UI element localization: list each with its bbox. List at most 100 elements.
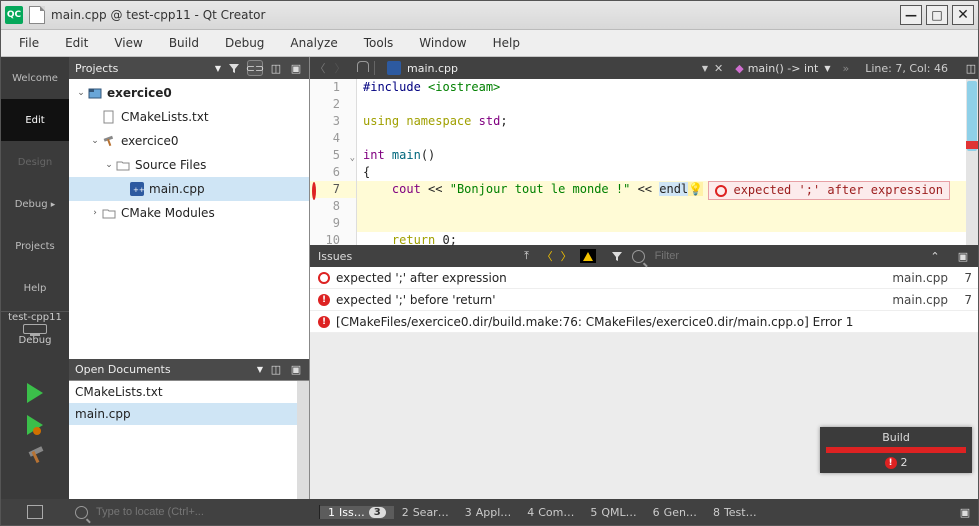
scrollbar[interactable] <box>297 381 309 499</box>
tree-item[interactable]: ⌄exercice0 <box>69 81 309 105</box>
issues-list[interactable]: expected ';' after expressionmain.cpp7!e… <box>310 267 978 333</box>
mode-projects[interactable]: Projects <box>1 225 69 267</box>
gutter-line[interactable]: 7 <box>310 181 356 198</box>
build-button[interactable] <box>26 447 44 465</box>
code-line[interactable] <box>357 215 966 232</box>
issue-row[interactable]: ![CMakeFiles/exercice0.dir/build.make:76… <box>310 311 978 333</box>
gutter-line[interactable]: ⌄5 <box>310 147 356 164</box>
menu-window[interactable]: Window <box>407 33 478 53</box>
code-line[interactable]: { <box>357 164 966 181</box>
tree-item[interactable]: ›CMake Modules <box>69 201 309 225</box>
debug-button[interactable] <box>27 415 43 435</box>
issue-line: 7 <box>948 293 972 307</box>
lock-icon[interactable] <box>356 61 370 75</box>
menu-build[interactable]: Build <box>157 33 211 53</box>
close-editor-button[interactable]: ✕ <box>708 62 729 75</box>
output-pane-5[interactable]: 5QML… <box>582 506 644 519</box>
twist-icon[interactable]: ⌄ <box>89 136 101 146</box>
gutter-line[interactable]: 10 <box>310 232 356 249</box>
code-line[interactable]: int main() <box>357 147 966 164</box>
output-pane-6[interactable]: 6Gen… <box>645 506 705 519</box>
output-pane-4[interactable]: 4Com… <box>519 506 582 519</box>
warning-icon[interactable] <box>580 249 596 263</box>
code-line[interactable] <box>357 130 966 147</box>
menu-debug[interactable]: Debug <box>213 33 276 53</box>
code-line[interactable]: #include <iostream> <box>357 79 966 96</box>
tree-item[interactable]: ⌄Source Files <box>69 153 309 177</box>
gutter-line[interactable]: 9 <box>310 215 356 232</box>
chevron-down-icon[interactable]: ▼ <box>215 64 221 73</box>
issues-filter-input[interactable] <box>653 249 767 263</box>
tree-item[interactable]: ++main.cpp <box>69 177 309 201</box>
issue-row[interactable]: !expected ';' before 'return'main.cpp7 <box>310 289 978 311</box>
open-doc-item[interactable]: main.cpp <box>69 403 309 425</box>
output-pane-3[interactable]: 3Appl… <box>457 506 520 519</box>
build-progress-popup[interactable]: Build ! 2 <box>820 427 972 473</box>
minimize-button[interactable]: — <box>900 5 922 25</box>
gutter-line[interactable]: 3 <box>310 113 356 130</box>
menu-file[interactable]: File <box>7 33 51 53</box>
split-editor-icon[interactable]: ◫ <box>964 61 978 75</box>
code-editor[interactable]: 1234⌄5678910 #include <iostream>using na… <box>310 79 978 245</box>
maximize-button[interactable]: □ <box>926 5 948 25</box>
issue-row[interactable]: expected ';' after expressionmain.cpp7 <box>310 267 978 289</box>
mode-edit[interactable]: Edit <box>1 99 69 141</box>
close-button[interactable]: ✕ <box>952 5 974 25</box>
code-line[interactable]: using namespace std; <box>357 113 966 130</box>
mode-help[interactable]: Help <box>1 267 69 309</box>
gutter-line[interactable]: 2 <box>310 96 356 113</box>
nav-forward-button[interactable]: 〉 <box>330 60 350 76</box>
filter-icon[interactable] <box>610 249 624 263</box>
inline-error-annotation[interactable]: expected ';' after expression <box>708 181 950 200</box>
scroll-to-icon[interactable]: ⤒ <box>520 249 534 263</box>
toggle-sidebar-icon[interactable] <box>27 505 43 519</box>
tree-item[interactable]: ⌄exercice0 <box>69 129 309 153</box>
code-line[interactable] <box>357 96 966 113</box>
prev-issue-button[interactable]: 〈 <box>542 248 553 264</box>
symbol-selector[interactable]: ◆ main() -> int ▼ <box>729 62 836 75</box>
twist-icon[interactable]: ⌄ <box>75 88 87 98</box>
editor-file-selector[interactable]: main.cpp <box>379 61 466 75</box>
gutter-line[interactable]: 8 <box>310 198 356 215</box>
nav-symbol-next[interactable]: » <box>836 62 855 75</box>
menu-help[interactable]: Help <box>481 33 532 53</box>
link-icon[interactable]: ⊂⊃ <box>247 60 263 76</box>
locator-input[interactable] <box>94 505 313 519</box>
twist-icon[interactable]: › <box>89 208 101 218</box>
menu-tools[interactable]: Tools <box>352 33 406 53</box>
collapse-pane-icon[interactable]: ⌃ <box>928 249 942 263</box>
output-pane-8[interactable]: 8Test… <box>705 506 765 519</box>
locator[interactable] <box>69 505 320 519</box>
run-button[interactable] <box>27 383 43 403</box>
close-pane-icon[interactable]: ▣ <box>289 61 303 75</box>
gutter-line[interactable]: 4 <box>310 130 356 147</box>
nav-back-button[interactable]: 〈 <box>310 60 330 76</box>
gutter-line[interactable]: 1 <box>310 79 356 96</box>
twist-icon[interactable]: ⌄ <box>103 160 115 170</box>
gutter-line[interactable]: 6 <box>310 164 356 181</box>
close-output-icon[interactable]: ▣ <box>958 505 972 519</box>
filter-icon[interactable] <box>227 61 241 75</box>
mode-debug[interactable]: Debug ▸ <box>1 183 69 225</box>
open-documents-list[interactable]: CMakeLists.txtmain.cpp <box>69 380 309 499</box>
code-line[interactable] <box>357 198 966 215</box>
close-pane-icon[interactable]: ▣ <box>289 363 303 377</box>
open-doc-item[interactable]: CMakeLists.txt <box>69 381 309 403</box>
kit-selector[interactable]: test-cpp11 Debug <box>1 311 69 346</box>
menu-edit[interactable]: Edit <box>53 33 100 53</box>
output-pane-1[interactable]: 1Iss…3 <box>320 506 394 519</box>
menu-view[interactable]: View <box>102 33 154 53</box>
split-icon[interactable]: ◫ <box>269 61 283 75</box>
split-icon[interactable]: ◫ <box>269 363 283 377</box>
next-issue-button[interactable]: 〉 <box>561 248 572 264</box>
chevron-down-icon[interactable]: ▼ <box>257 365 263 374</box>
output-pane-2[interactable]: 2Sear… <box>394 506 457 519</box>
tree-item[interactable]: CMakeLists.txt <box>69 105 309 129</box>
code-line[interactable]: return 0; <box>357 232 966 249</box>
mode-welcome[interactable]: Welcome <box>1 57 69 99</box>
close-pane-icon[interactable]: ▣ <box>956 249 970 263</box>
project-tree[interactable]: ⌄exercice0CMakeLists.txt⌄exercice0⌄Sourc… <box>69 79 309 359</box>
menu-analyze[interactable]: Analyze <box>278 33 349 53</box>
error-marker-icon[interactable] <box>966 141 978 149</box>
editor-scrollbar[interactable] <box>966 79 978 245</box>
